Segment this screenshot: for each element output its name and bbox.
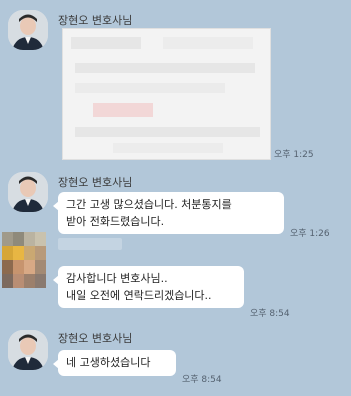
message-time: 오후 1:25 bbox=[274, 150, 314, 160]
message-bubble[interactable]: 그간 고생 많으셨습니다. 처분통지를 받아 전화드렸습니다. bbox=[53, 192, 284, 234]
blurred-region bbox=[71, 37, 141, 49]
blurred-region bbox=[75, 127, 260, 137]
avatar-icon bbox=[8, 172, 48, 212]
blurred-region bbox=[75, 83, 225, 93]
message-time: 오후 8:54 bbox=[250, 309, 290, 319]
client-name-blurred bbox=[58, 238, 122, 250]
avatar-icon bbox=[8, 330, 48, 370]
blurred-region bbox=[75, 63, 255, 73]
lawyer-avatar-1[interactable] bbox=[8, 10, 48, 50]
blurred-region bbox=[93, 103, 153, 117]
message-line: 내일 오전에 연락드리겠습니다.. bbox=[66, 289, 212, 302]
lawyer-avatar-3[interactable] bbox=[8, 330, 48, 370]
blurred-region bbox=[113, 143, 223, 153]
message-line: 그간 고생 많으셨습니다. 처분통지를 bbox=[66, 198, 232, 211]
pixelated-avatar-icon bbox=[2, 232, 46, 288]
message-group-1: 장현오 변호사님 오후 1:25 bbox=[0, 0, 351, 165]
sender-name: 장현오 변호사님 bbox=[58, 332, 133, 345]
message-bubble[interactable]: 네 고생하셨습니다 bbox=[53, 350, 176, 376]
message-line: 받아 전화드렸습니다. bbox=[66, 215, 165, 228]
message-bubble[interactable]: 감사합니다 변호사님.. 내일 오전에 연락드리겠습니다.. bbox=[53, 266, 244, 308]
sender-name: 장현오 변호사님 bbox=[58, 14, 133, 27]
lawyer-avatar-2[interactable] bbox=[8, 172, 48, 212]
message-time: 오후 8:54 bbox=[182, 375, 222, 385]
avatar-icon bbox=[8, 10, 48, 50]
message-line: 감사합니다 변호사님.. bbox=[66, 272, 168, 285]
client-avatar[interactable] bbox=[2, 232, 46, 288]
shared-image[interactable] bbox=[62, 28, 271, 160]
message-group-2: 장현오 변호사님 그간 고생 많으셨습니다. 처분통지를 받아 전화드렸습니다.… bbox=[0, 166, 351, 239]
blurred-region bbox=[163, 37, 253, 49]
message-line: 네 고생하셨습니다 bbox=[66, 356, 151, 369]
message-group-4: 장현오 변호사님 네 고생하셨습니다 오후 8:54 bbox=[0, 322, 351, 396]
sender-name: 장현오 변호사님 bbox=[58, 176, 133, 189]
message-group-3: 감사합니다 변호사님.. 내일 오전에 연락드리겠습니다.. 오후 8:54 bbox=[0, 230, 351, 319]
